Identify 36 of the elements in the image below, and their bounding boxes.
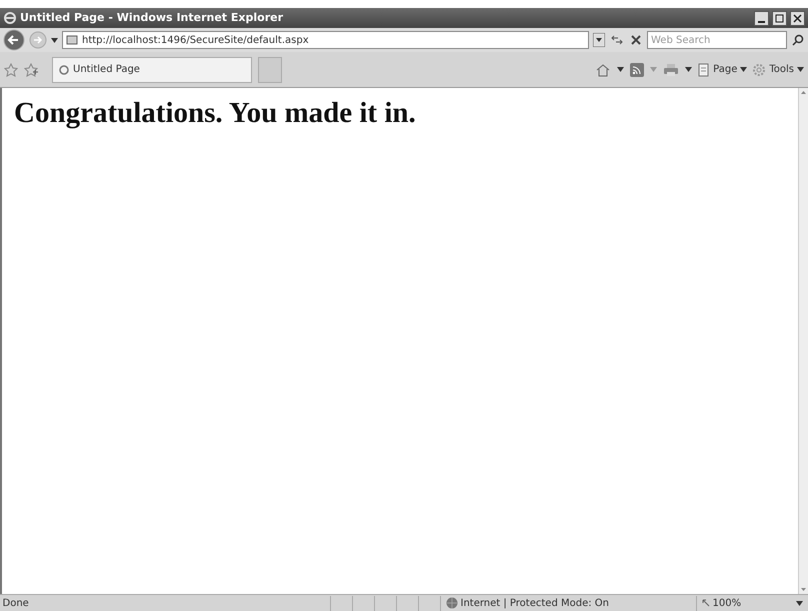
scrollbar[interactable] bbox=[798, 88, 808, 594]
browser-logo-icon bbox=[3, 11, 17, 25]
dropdown-icon bbox=[797, 67, 804, 72]
dropdown-icon[interactable] bbox=[685, 67, 692, 72]
dropdown-button[interactable] bbox=[593, 33, 605, 47]
browser-tab[interactable]: Untitled Page bbox=[52, 56, 252, 82]
maximize-button[interactable] bbox=[772, 10, 787, 26]
page-heading: Congratulations. You made it in. bbox=[14, 96, 417, 131]
minimize-button[interactable] bbox=[754, 10, 769, 26]
page-icon bbox=[66, 34, 78, 46]
zoom-icon bbox=[702, 599, 710, 607]
search-field[interactable]: Web Search bbox=[647, 31, 787, 49]
back-button[interactable] bbox=[3, 29, 25, 51]
star-icon[interactable] bbox=[4, 62, 18, 76]
dropdown-icon[interactable] bbox=[796, 600, 803, 606]
feed-icon[interactable] bbox=[630, 62, 644, 76]
address-field[interactable]: http://localhost:1496/SecureSite/default.aspx bbox=[62, 31, 589, 49]
gear-icon bbox=[752, 62, 766, 76]
status-text: Done bbox=[2, 596, 30, 610]
dropdown-icon[interactable] bbox=[51, 38, 58, 42]
menu-button[interactable]: Tools bbox=[752, 62, 804, 77]
search-icon[interactable] bbox=[791, 33, 805, 47]
page-icon bbox=[59, 64, 69, 74]
globe-icon bbox=[446, 597, 458, 609]
menu-button[interactable]: Page bbox=[698, 62, 748, 77]
add-favorite-icon[interactable] bbox=[24, 62, 38, 76]
window-title: Untitled Page - Windows Internet Explorer bbox=[20, 10, 284, 26]
dropdown-icon bbox=[740, 67, 748, 72]
printer-icon[interactable] bbox=[663, 62, 680, 76]
zoom-level[interactable]: 100% bbox=[712, 596, 742, 610]
page-icon bbox=[698, 62, 710, 76]
close-button[interactable] bbox=[790, 10, 805, 26]
stop-icon[interactable] bbox=[629, 33, 643, 47]
dropdown-icon[interactable] bbox=[617, 67, 624, 72]
security-zone-text: Internet | Protected Mode: On bbox=[460, 596, 609, 610]
home-icon[interactable] bbox=[595, 62, 612, 76]
